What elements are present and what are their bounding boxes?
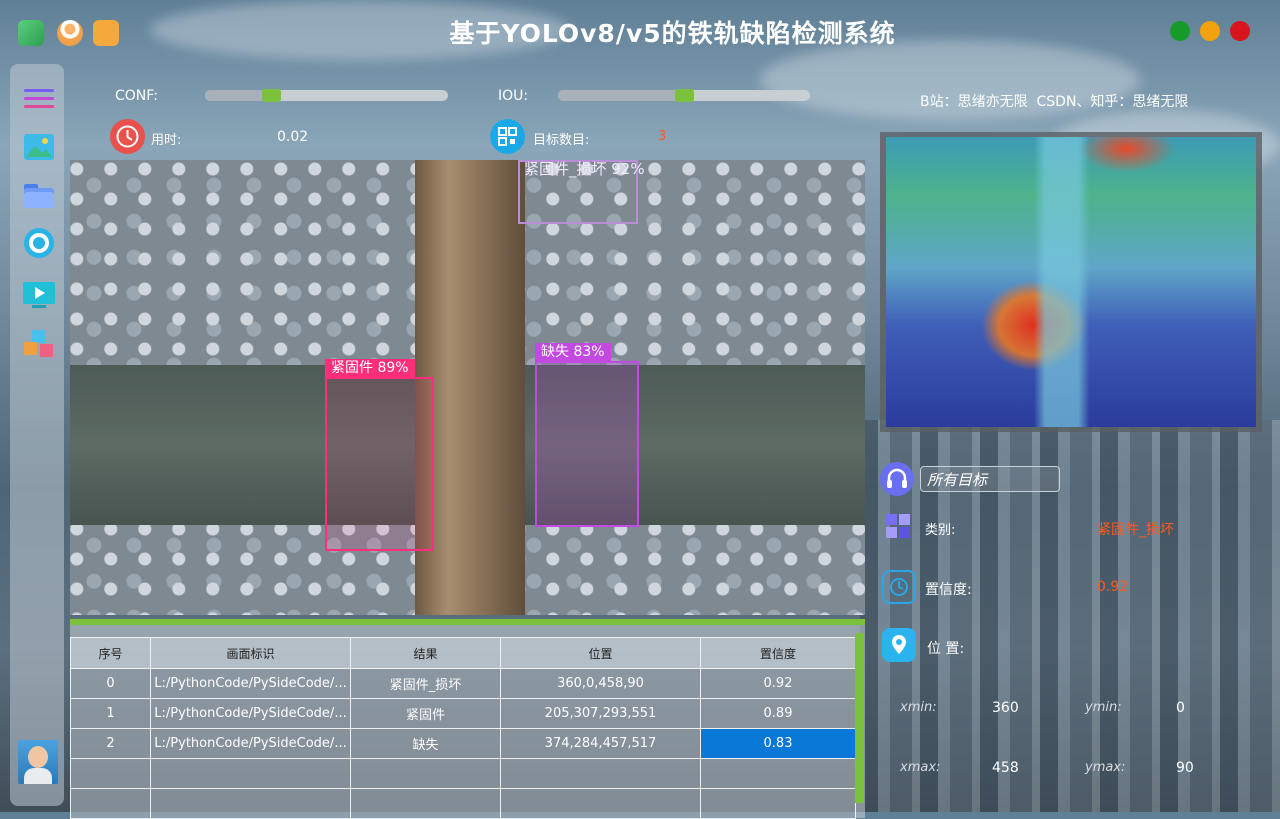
iou-slider-fill <box>558 90 684 101</box>
headset-icon <box>880 462 914 496</box>
ymin-value: 0 <box>1176 700 1185 716</box>
ymax-value: 90 <box>1176 760 1194 776</box>
time-value: 0.02 <box>277 129 309 145</box>
confidence-label: 置信度: <box>925 582 972 598</box>
folder-icon[interactable] <box>22 178 56 212</box>
detection-image: 紧固件_损坏 92% 紧固件 89% 缺失 83% <box>70 160 865 615</box>
target-count-label: 目标数目: <box>533 133 590 148</box>
detection-box-fastener[interactable]: 紧固件 89% <box>325 359 434 551</box>
cell-result[interactable]: 紧固件_损坏 <box>350 668 501 699</box>
detection-box-missing[interactable]: 缺失 83% <box>535 343 639 527</box>
avatar[interactable] <box>18 740 58 784</box>
conf-slider[interactable] <box>205 89 448 102</box>
target-count-value: 3 <box>658 129 667 144</box>
category-icon <box>884 512 918 546</box>
xmax-label: xmax: <box>900 760 941 775</box>
iou-label: IOU: <box>498 88 529 104</box>
results-table: 序号 画面标识 结果 位置 置信度 0 L:/PythonCode/PySide… <box>70 619 865 819</box>
conf-slider-handle[interactable] <box>262 89 281 102</box>
cell-position[interactable]: 205,307,293,551 <box>500 698 701 729</box>
cell-confidence-selected[interactable]: 0.83 <box>700 728 856 759</box>
cell-position[interactable]: 360,0,458,90 <box>500 668 701 699</box>
column-header[interactable]: 位置 <box>500 637 701 669</box>
table-header: 序号 画面标识 结果 位置 置信度 <box>70 637 856 669</box>
clock-icon <box>110 119 145 154</box>
detection-label: 紧固件_损坏 92% <box>524 160 645 178</box>
detection-box-damaged-fastener[interactable]: 紧固件_损坏 92% <box>518 160 645 224</box>
table-row[interactable]: 1 L:/PythonCode/PySideCode/... 紧固件 205,3… <box>70 698 856 729</box>
xmin-label: xmin: <box>900 700 937 715</box>
class-value: 紧固件_损坏 <box>1097 522 1174 538</box>
column-header[interactable]: 结果 <box>350 637 501 669</box>
cell-confidence[interactable]: 0.92 <box>700 668 856 699</box>
table-row-empty <box>70 758 856 789</box>
heatmap-panel <box>880 132 1262 432</box>
video-icon[interactable] <box>22 278 56 312</box>
ymin-label: ymin: <box>1085 700 1122 715</box>
ymax-label: ymax: <box>1085 760 1126 775</box>
menu-icon[interactable] <box>22 82 56 116</box>
window-maximize-button[interactable] <box>1230 21 1250 41</box>
cell-source[interactable]: L:/PythonCode/PySideCode/... <box>150 668 351 699</box>
cell-confidence[interactable]: 0.89 <box>700 698 856 729</box>
cell-source[interactable]: L:/PythonCode/PySideCode/... <box>150 698 351 729</box>
cell-index[interactable]: 1 <box>70 698 151 729</box>
model-icon[interactable] <box>22 328 56 362</box>
column-header[interactable]: 画面标识 <box>150 637 351 669</box>
window-minimize-button[interactable] <box>1200 21 1220 41</box>
cell-index[interactable]: 2 <box>70 728 151 759</box>
sidebar <box>10 64 64 806</box>
iou-slider[interactable] <box>558 89 810 102</box>
table-row[interactable]: 0 L:/PythonCode/PySideCode/... 紧固件_损坏 36… <box>70 668 856 699</box>
conf-label: CONF: <box>115 88 158 104</box>
xmin-value: 360 <box>992 700 1019 716</box>
window-close-button[interactable] <box>1170 21 1190 41</box>
cell-result[interactable]: 紧固件 <box>350 698 501 729</box>
detection-label: 缺失 83% <box>535 343 611 361</box>
table-scrollbar[interactable] <box>855 633 864 803</box>
table-row[interactable]: 2 L:/PythonCode/PySideCode/... 缺失 374,28… <box>70 728 856 759</box>
detection-label: 紧固件 89% <box>325 359 415 377</box>
location-icon <box>882 628 916 662</box>
xmax-value: 458 <box>992 760 1019 776</box>
cell-result[interactable]: 缺失 <box>350 728 501 759</box>
table-row-empty <box>70 788 856 819</box>
app-title: 基于YOLOv8/v5的铁轨缺陷检测系统 <box>449 19 896 48</box>
class-label: 类别: <box>925 523 956 538</box>
image-icon[interactable] <box>22 130 56 164</box>
column-header[interactable]: 序号 <box>70 637 151 669</box>
cell-position[interactable]: 374,284,457,517 <box>500 728 701 759</box>
camera-icon[interactable] <box>22 226 56 260</box>
confidence-value: 0.92 <box>1097 579 1129 595</box>
cell-source[interactable]: L:/PythonCode/PySideCode/... <box>150 728 351 759</box>
target-select[interactable]: 所有目标 <box>920 466 1060 492</box>
cell-index[interactable]: 0 <box>70 668 151 699</box>
column-header[interactable]: 置信度 <box>700 637 856 669</box>
iou-slider-handle[interactable] <box>675 89 694 102</box>
confidence-icon <box>882 570 916 604</box>
position-label: 位 置: <box>927 641 965 657</box>
time-label: 用时: <box>151 133 182 148</box>
credit-text: B站：思绪亦无限 CSDN、知乎：思绪无限 <box>920 94 1189 110</box>
target-count-icon <box>490 119 525 154</box>
heatmap-image <box>886 137 1256 427</box>
